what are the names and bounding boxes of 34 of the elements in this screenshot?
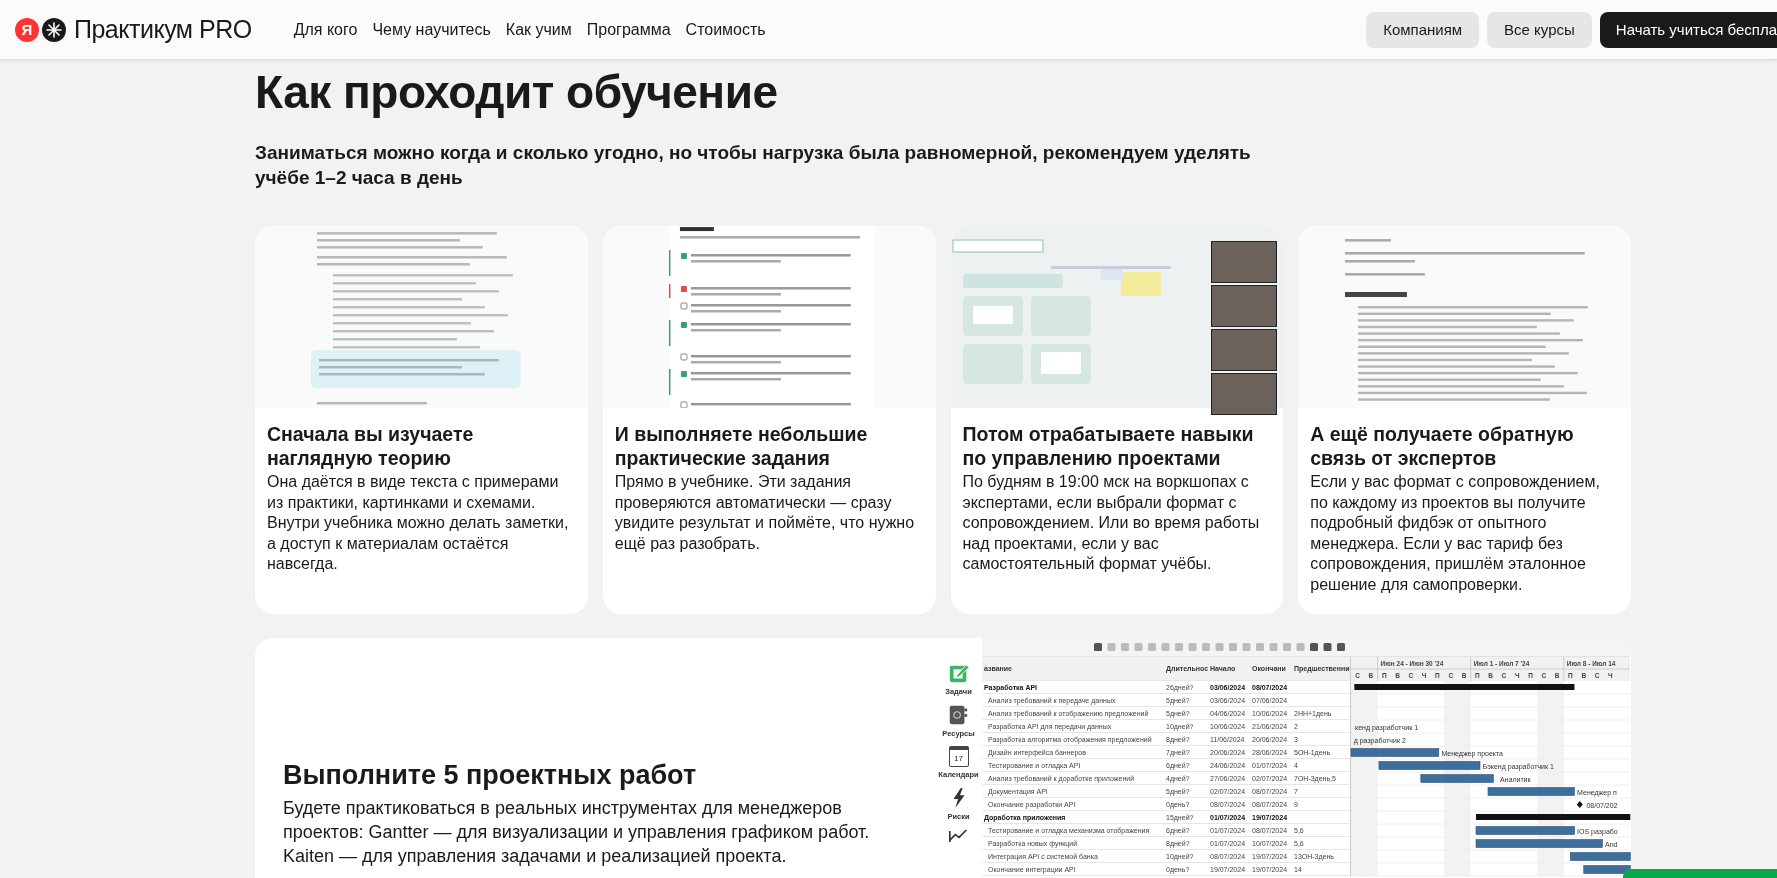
brand-name[interactable]: Практикум PRO: [74, 15, 252, 44]
header-button[interactable]: Компаниям: [1366, 11, 1480, 48]
section-title: Как проходит обучение: [255, 65, 779, 120]
nav-link[interactable]: Чему научитесь: [372, 20, 491, 39]
calendar-icon[interactable]: 17: [948, 746, 969, 767]
photo-placeholder: [1210, 373, 1277, 415]
milestone-diamond: [1576, 801, 1583, 808]
nav-link[interactable]: Для кого: [293, 20, 358, 39]
photo-placeholder: [1210, 285, 1277, 327]
start-learning-button[interactable]: Начать учиться беспла: [1599, 11, 1777, 48]
section-subtitle: Заниматься можно когда и сколько угодно, но чтобы нагрузка была равномерной, рекомендуем уделять учёбе 1–2 часа в день: [255, 141, 1252, 190]
projects-title: Выполните 5 проектных работ: [283, 759, 698, 792]
photo-placeholder: [1210, 241, 1277, 283]
photo-placeholder: [1210, 329, 1277, 371]
star-logo-icon[interactable]: [42, 17, 66, 42]
card-text: По будням в 19:00 мск на воркшопах с экспертами, если выбрали формат с сопровождением. Или во время работы над проектами, если у вас самостоятельный формат учёбы.: [962, 472, 1261, 574]
card-title: Сначала вы изучаете наглядную теорию: [267, 422, 475, 470]
task-bar: [1570, 852, 1631, 861]
header-button[interactable]: Все курсы: [1487, 11, 1592, 48]
projects-text: Будете практиковаться в реальных инструментах для менеджеров проектов: Gantter — для визуализации и управления графиком работ. Kaiten — для управления задачами и реализацией проекта.: [283, 797, 871, 868]
card-text: Если у вас формат с сопровождением, по каждому из проектов вы получите подробный фидбэк от опытного менеджера. Если у вас тариф без сопровождения, пришлём эталонное решение для самопроверки.: [1310, 472, 1601, 595]
card-text: Она даётся в виде текста с примерами из практики, картинками и схемами. Внутри учебника можно делать заметки, а доступ к материалам остаётся навсегда.: [267, 472, 570, 574]
card-text: Прямо в учебнике. Эти задания проверяются автоматически — сразу увидите результат и поймёте, что нужно ещё раз разобрать.: [614, 472, 916, 554]
line-chart-icon[interactable]: [947, 829, 970, 842]
nav-link[interactable]: Стоимость: [685, 20, 766, 39]
edit-icon[interactable]: [947, 662, 970, 684]
logo-letter[interactable]: Я: [15, 17, 39, 42]
nav-link[interactable]: Как учим: [505, 20, 572, 39]
nav-link[interactable]: Программа: [586, 20, 671, 39]
card-title: Потом отрабатываете навыки по управлению проектами: [962, 422, 1255, 470]
card-title: А ещё получаете обратную связь от экспертов: [1310, 422, 1575, 470]
address-book-icon[interactable]: [947, 704, 970, 726]
card-title: И выполняете небольшие практические задания: [614, 422, 869, 470]
task-bar: [1583, 865, 1631, 874]
